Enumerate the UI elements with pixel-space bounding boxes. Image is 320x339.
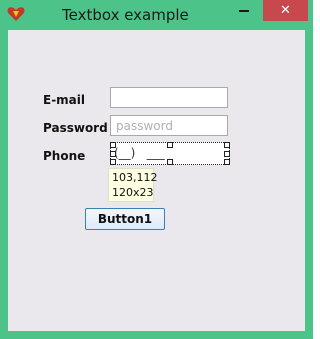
resize-handle-s[interactable] [167, 159, 173, 165]
minimize-button[interactable] [230, 0, 257, 21]
app-window: Textbox example ✕ E-mail Password passwo… [0, 0, 313, 339]
resize-handle-se[interactable] [224, 159, 230, 165]
tooltip-size: 120x23 [112, 186, 154, 199]
size-tooltip: 103,112 120x23 [108, 168, 158, 202]
form-client-area: E-mail Password password Phone (__) ___ … [8, 30, 305, 331]
email-field[interactable] [110, 87, 228, 108]
password-field[interactable]: password [110, 115, 228, 136]
email-label: E-mail [43, 93, 86, 107]
phone-label: Phone [43, 149, 86, 163]
window-title: Textbox example [62, 6, 189, 24]
phone-masked-field[interactable]: (__) ___ [110, 142, 230, 165]
resize-handle-w[interactable] [110, 151, 116, 157]
resize-handle-e[interactable] [224, 151, 230, 157]
heart-icon [7, 7, 25, 21]
resize-handle-sw[interactable] [110, 159, 116, 165]
phone-mask-text: (__) ___ [114, 146, 165, 160]
password-label: Password [43, 121, 108, 135]
button1[interactable]: Button1 [85, 208, 165, 230]
close-button[interactable]: ✕ [263, 0, 308, 21]
resize-handle-n[interactable] [167, 142, 173, 148]
resize-handle-ne[interactable] [224, 142, 230, 148]
title-bar[interactable]: Textbox example ✕ [0, 0, 313, 30]
resize-handle-nw[interactable] [110, 142, 116, 148]
tooltip-location: 103,112 [112, 171, 158, 184]
